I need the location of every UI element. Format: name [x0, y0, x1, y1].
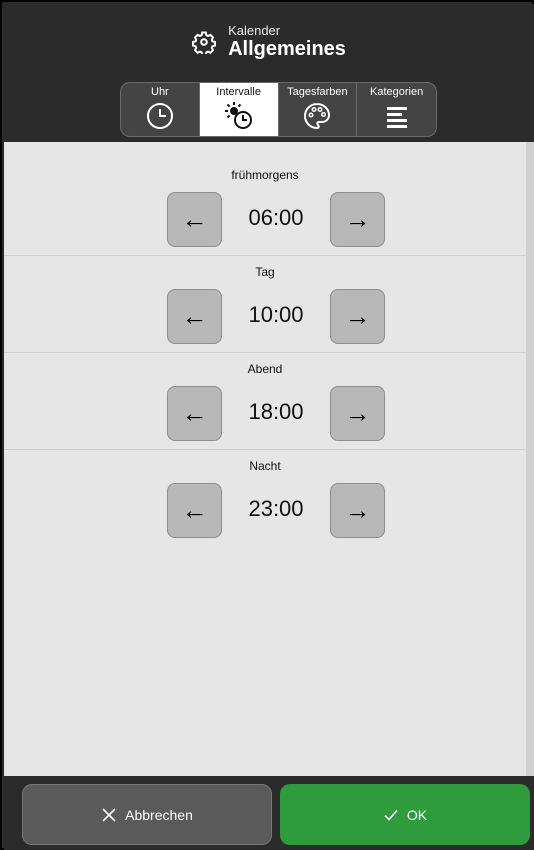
- palette-icon: [300, 101, 334, 131]
- interval-label: Tag: [255, 265, 275, 279]
- tab-label: Intervalle: [216, 86, 261, 98]
- window-subtitle: Kalender: [228, 23, 281, 38]
- interval-row-abend: Abend ← 18:00 →: [4, 336, 526, 441]
- tab-tagesfarben[interactable]: Tagesfarben: [279, 83, 358, 136]
- scrollbar[interactable]: [526, 142, 534, 776]
- tab-label: Uhr: [151, 86, 169, 98]
- clock-icon: [143, 101, 177, 131]
- tab-kategorien[interactable]: Kategorien: [357, 83, 436, 136]
- window-title: Allgemeines: [228, 38, 346, 60]
- app-window: Kalender Allgemeines Uhr Intervalle Tage…: [0, 0, 534, 850]
- gear-icon: [192, 31, 217, 54]
- cancel-button[interactable]: Abbrechen: [22, 784, 272, 845]
- decrease-time-button[interactable]: ←: [167, 483, 222, 538]
- interval-row-tag: Tag ← 10:00 →: [4, 239, 526, 344]
- time-value: 06:00: [248, 205, 304, 230]
- interval-list: frühmorgens ← 06:00 → Tag ← 10:00 → Aben…: [4, 142, 526, 776]
- checkmark-icon: [384, 809, 398, 821]
- title-text: Kalender Allgemeines: [228, 23, 346, 61]
- time-value: 18:00: [248, 399, 304, 424]
- tab-label: Kategorien: [370, 86, 424, 98]
- close-icon: [102, 807, 116, 822]
- sun-clock-icon: [222, 101, 256, 131]
- interval-label: Abend: [247, 362, 283, 376]
- interval-row-nacht: Nacht ← 23:00 →: [4, 433, 526, 538]
- interval-row-fruehmorgens: frühmorgens ← 06:00 →: [4, 142, 526, 247]
- increase-time-button[interactable]: →: [330, 483, 385, 538]
- title-area: Kalender Allgemeines: [4, 24, 534, 60]
- interval-label: frühmorgens: [231, 168, 299, 182]
- tab-label: Tagesfarben: [287, 86, 348, 98]
- time-stepper: ← 23:00 →: [167, 483, 385, 539]
- tab-intervalle[interactable]: Intervalle: [199, 83, 279, 136]
- header: Kalender Allgemeines Uhr Intervalle Tage…: [4, 4, 534, 142]
- ok-button[interactable]: OK: [280, 784, 530, 845]
- list-lines-icon: [380, 101, 414, 131]
- time-value: 10:00: [248, 302, 304, 327]
- interval-label: Nacht: [249, 459, 281, 473]
- ok-label: OK: [406, 806, 428, 823]
- cancel-label: Abbrechen: [125, 806, 193, 823]
- footer: Abbrechen OK: [4, 776, 534, 850]
- tab-bar: Uhr Intervalle Tagesfarben Kategorien: [120, 82, 437, 137]
- tab-uhr[interactable]: Uhr: [121, 83, 200, 136]
- time-value: 23:00: [248, 496, 304, 521]
